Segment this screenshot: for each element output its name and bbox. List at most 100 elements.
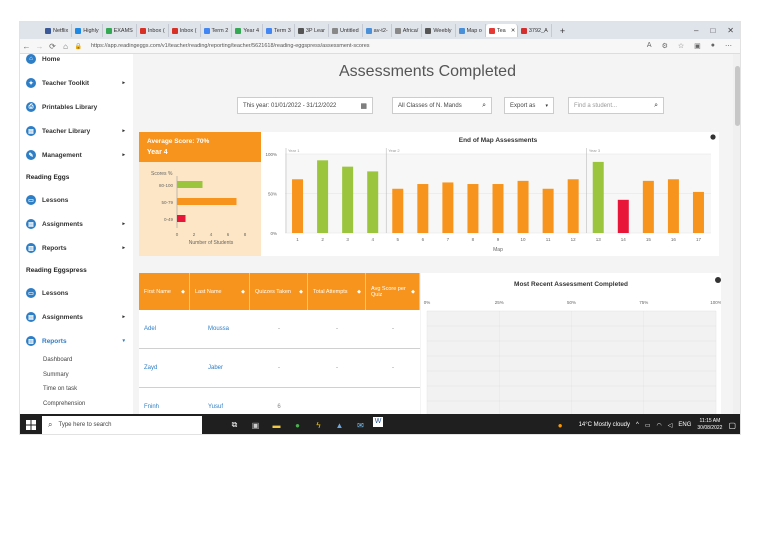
language[interactable]: ENG xyxy=(678,422,691,428)
forward-icon[interactable]: → xyxy=(33,42,46,51)
photos-icon[interactable]: ▲ xyxy=(331,417,348,434)
browser-tab[interactable]: Africa/ xyxy=(392,24,423,37)
column-header-total-attempts[interactable]: Total Attempts ◆ xyxy=(308,273,366,310)
browser-tab[interactable]: av-t2- xyxy=(363,24,392,37)
sidebar-subitem-time-on-task[interactable]: Time on task xyxy=(20,382,133,397)
sidebar-item-lessons[interactable]: ▭ Lessons xyxy=(20,281,133,305)
chart-bar[interactable] xyxy=(592,161,604,233)
browser-tab[interactable]: Untitled xyxy=(329,24,363,37)
sidebar-subitem-dashboard[interactable]: Dashboard xyxy=(20,353,133,368)
browser-tab[interactable]: Weebly xyxy=(422,24,456,37)
volume-icon[interactable]: ◁ xyxy=(668,422,673,429)
reload-icon[interactable]: ⟳ xyxy=(46,42,59,51)
chart-bar[interactable] xyxy=(692,191,704,233)
chart-bar[interactable] xyxy=(342,166,354,233)
browser-tab[interactable]: 3P Lear xyxy=(295,24,329,37)
sidebar-item-home[interactable]: ⌂ Home xyxy=(20,54,133,71)
chart-bar[interactable] xyxy=(517,180,529,233)
browser-tab[interactable]: EXAMS xyxy=(103,24,137,37)
chart-bar[interactable] xyxy=(542,188,554,233)
app-tray-icon[interactable]: ● xyxy=(558,421,563,430)
chart-bar[interactable] xyxy=(567,179,579,233)
chart-bar[interactable] xyxy=(367,171,379,233)
sidebar-item-assignments[interactable]: ▤ Assignments ▸ xyxy=(20,212,133,236)
collections-icon[interactable]: ▣ xyxy=(694,42,701,50)
chrome-icon[interactable]: ● xyxy=(289,417,306,434)
export-button[interactable]: Export as ▾ xyxy=(504,97,554,114)
column-header-avg-score-per-quiz[interactable]: Avg Score per Quiz ◆ xyxy=(366,273,420,310)
browser-tab[interactable]: Highly xyxy=(72,24,103,37)
windows-start-icon[interactable] xyxy=(20,414,42,434)
new-tab-button[interactable]: + xyxy=(552,26,573,36)
browser-tab[interactable]: Tea ✕ xyxy=(485,24,518,37)
browser-tab[interactable]: Netflix xyxy=(42,24,73,37)
student-name-link[interactable]: Adel xyxy=(139,326,190,332)
scrollbar-thumb[interactable] xyxy=(735,66,740,126)
chart-bar[interactable] xyxy=(417,184,429,233)
profile-icon[interactable]: ● xyxy=(711,42,715,50)
student-name-link[interactable]: Zayd xyxy=(139,365,190,371)
sidebar-item-teacher-toolkit[interactable]: ✦ Teacher Toolkit ▸ xyxy=(20,71,133,95)
sidebar-item-teacher-library[interactable]: ▤ Teacher Library ▸ xyxy=(20,119,133,143)
sidebar-item-printables-library[interactable]: ⎙ Printables Library xyxy=(20,95,133,119)
more-icon[interactable]: ⋯ xyxy=(725,42,732,50)
browser-tab[interactable]: Map o xyxy=(456,24,486,37)
browser-tab[interactable]: Term 3 xyxy=(263,24,295,37)
chart-bar[interactable] xyxy=(442,182,454,233)
network-icon[interactable]: ◠ xyxy=(657,422,662,429)
sidebar-subitem-comprehension[interactable]: Comprehension xyxy=(20,397,133,412)
sidebar-item-assignments[interactable]: ▤ Assignments ▸ xyxy=(20,305,133,329)
close-window-icon[interactable]: ✕ xyxy=(727,26,734,35)
notification-icon[interactable]: ▢ xyxy=(728,421,736,430)
chart-bar[interactable] xyxy=(317,160,329,233)
browser-tab[interactable]: Inbox ( xyxy=(137,24,169,37)
widgets-icon[interactable]: ▣ xyxy=(247,417,264,434)
winamp-icon[interactable]: ϟ xyxy=(310,417,327,434)
chart-bar[interactable] xyxy=(467,184,479,233)
browser-tab[interactable]: Year 4 xyxy=(232,24,264,37)
sidebar-item-lessons[interactable]: ▭ Lessons xyxy=(20,188,133,212)
home-browser-icon[interactable]: ⌂ xyxy=(59,42,72,51)
back-icon[interactable]: ← xyxy=(20,42,33,51)
class-filter[interactable]: All Classes of N. Mands ⌕ xyxy=(392,97,492,114)
battery-icon[interactable]: ▭ xyxy=(645,422,651,429)
browser-tab[interactable]: Inbox ( xyxy=(169,24,201,37)
maximize-icon[interactable]: □ xyxy=(710,26,715,35)
chart-bar[interactable] xyxy=(492,184,504,233)
minimize-icon[interactable]: – xyxy=(694,26,698,35)
weather[interactable]: 14°C Mostly cloudy xyxy=(579,422,630,428)
student-search[interactable]: Find a student... ⌕ xyxy=(568,97,664,114)
sidebar-item-management[interactable]: ✎ Management ▸ xyxy=(20,143,133,167)
column-header-last-name[interactable]: Last Name ◆ xyxy=(190,273,250,310)
mail-icon[interactable]: ✉ xyxy=(352,417,369,434)
sidebar-item-reports[interactable]: ▥ Reports ▸ xyxy=(20,236,133,260)
chart-bar[interactable] xyxy=(667,179,679,233)
extensions-icon[interactable]: ⚙ xyxy=(662,42,668,50)
page-scrollbar[interactable] xyxy=(733,54,740,414)
word-icon[interactable]: W xyxy=(373,416,383,427)
info-icon[interactable] xyxy=(710,134,716,140)
taskbar-search[interactable]: ⌕ Type here to search xyxy=(42,416,202,434)
task-view-icon[interactable]: ⧉ xyxy=(226,417,243,434)
date-filter[interactable]: This year: 01/01/2022 - 31/12/2022 ▦ xyxy=(237,97,373,114)
favorites-icon[interactable]: ☆ xyxy=(678,42,684,50)
close-tab-icon[interactable]: ✕ xyxy=(511,28,516,34)
chart-bar[interactable] xyxy=(292,179,304,233)
show-hidden-icons[interactable]: ^ xyxy=(636,422,639,428)
clock[interactable]: 11:15 AM 30/08/2022 xyxy=(697,418,722,432)
student-name-link[interactable]: Moussa xyxy=(190,326,250,332)
column-header-first-name[interactable]: First Name ◆ xyxy=(139,273,190,310)
file-explorer-icon[interactable]: ▬ xyxy=(268,417,285,434)
student-name-link[interactable]: Jaber xyxy=(190,365,250,371)
browser-tab[interactable]: Term 2 xyxy=(201,24,233,37)
read-aloud-icon[interactable]: A xyxy=(647,42,652,50)
student-name-link[interactable]: Yusuf xyxy=(190,404,250,410)
student-name-link[interactable]: Fninh xyxy=(139,404,190,410)
browser-tab[interactable]: 3792_A xyxy=(518,24,552,37)
sidebar-item-reports[interactable]: ▥ Reports ▾ xyxy=(20,329,133,353)
chart-bar[interactable] xyxy=(392,188,404,233)
url-field[interactable]: https://app.readingeggs.com/v1/teacher/r… xyxy=(91,43,370,49)
column-header-quizzes-taken[interactable]: Quizzes Taken ◆ xyxy=(250,273,308,310)
sidebar-subitem-summary[interactable]: Summary xyxy=(20,368,133,383)
chart-bar[interactable] xyxy=(617,199,629,233)
